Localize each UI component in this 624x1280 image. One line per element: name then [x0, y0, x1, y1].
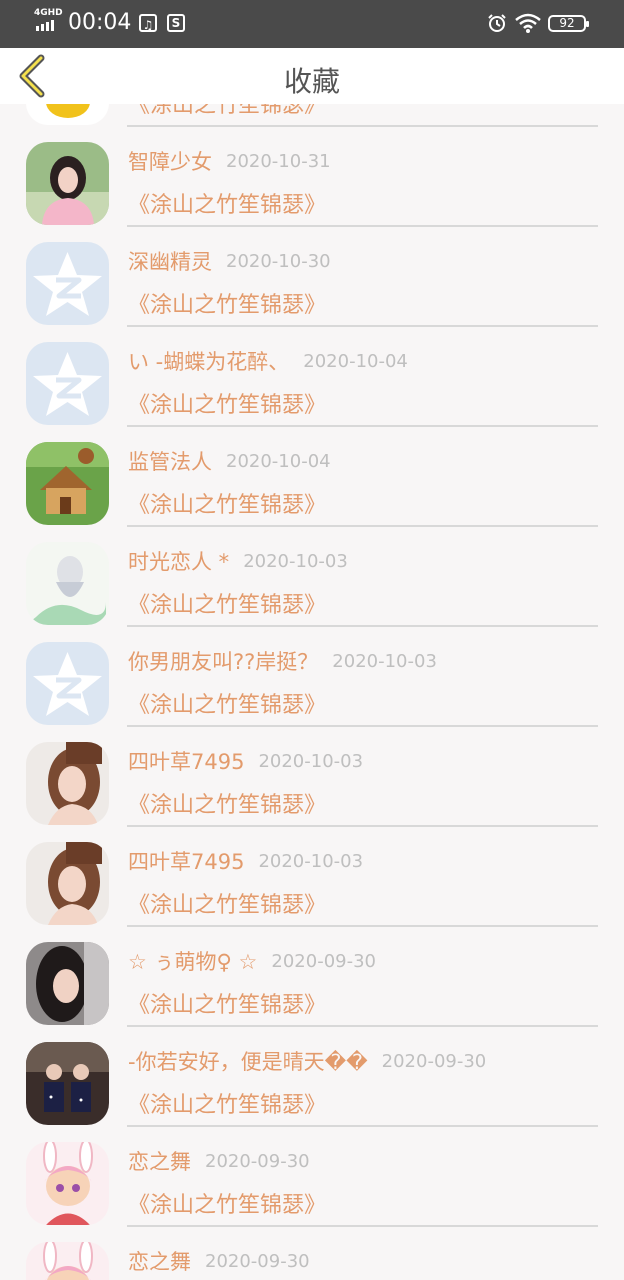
book-title-link[interactable]: 《涂山之竹笙锦瑟》	[128, 1087, 326, 1119]
divider	[127, 1125, 598, 1127]
user-name[interactable]: 四叶草7495	[128, 850, 244, 874]
book-title-link[interactable]: 《涂山之竹笙锦瑟》	[128, 1187, 326, 1219]
page-title: 收藏	[283, 65, 340, 98]
favorite-item[interactable]: 时光恋人 * 2020-10-03 《涂山之竹笙锦瑟》	[0, 542, 624, 642]
book-title-link[interactable]: 《涂山之竹笙锦瑟》	[128, 287, 326, 319]
user-avatar[interactable]	[26, 942, 109, 1025]
favorite-item[interactable]: 深幽精灵 2020-10-30 《涂山之竹笙锦瑟》	[0, 242, 624, 342]
book-title-link[interactable]: 《涂山之竹笙锦瑟》	[128, 187, 326, 219]
user-name[interactable]: 深幽精灵	[128, 250, 212, 274]
user-avatar[interactable]	[26, 642, 109, 725]
user-name[interactable]: 恋之舞	[128, 1250, 191, 1274]
user-avatar[interactable]	[26, 842, 109, 925]
user-name[interactable]: -你若安好，便是晴天��	[128, 1050, 368, 1074]
divider	[127, 925, 598, 927]
item-name-row: -你若安好，便是晴天�� 2020-09-30	[128, 1046, 486, 1080]
book-title-link[interactable]: 《涂山之竹笙锦瑟》	[128, 987, 326, 1019]
item-name-row: 深幽精灵 2020-10-30	[128, 246, 331, 280]
favorite-date: 2020-10-04	[303, 350, 408, 372]
status-bar: 4GHD 00:04 ♫ S 92	[0, 0, 624, 48]
book-title-link[interactable]: 《涂山之竹笙锦瑟》	[128, 387, 326, 419]
network-type: 4GHD	[34, 8, 63, 18]
item-name-row: ☆ ぅ萌物♀ ☆ 2020-09-30	[128, 946, 376, 980]
divider	[127, 825, 598, 827]
user-name[interactable]: 四叶草7495	[128, 750, 244, 774]
favorite-item[interactable]: 你男朋友叫??岸挺？ 2020-10-03 《涂山之竹笙锦瑟》	[0, 642, 624, 742]
user-avatar[interactable]	[26, 542, 109, 625]
book-title-link[interactable]: 《涂山之竹笙锦瑟》	[128, 787, 326, 819]
favorite-date: 2020-10-30	[226, 250, 331, 272]
favorite-date: 2020-10-03	[258, 750, 364, 772]
item-name-row: 你男朋友叫??岸挺？ 2020-10-03	[128, 646, 437, 680]
favorite-item[interactable]: 智障少女 2020-10-31 《涂山之竹笙锦瑟》	[0, 142, 624, 242]
favorite-date: 2020-10-03	[258, 850, 364, 872]
item-name-row: 时光恋人 * 2020-10-03	[128, 546, 348, 580]
favorite-item[interactable]: 恋之舞 2020-09-30 《涂山之竹笙锦瑟》	[0, 1142, 624, 1242]
user-avatar[interactable]	[26, 1142, 109, 1225]
user-avatar[interactable]	[26, 242, 109, 325]
book-title-link[interactable]: 《涂山之竹笙锦瑟》	[128, 587, 326, 619]
favorite-item[interactable]: 恋之舞 2020-09-30	[0, 1242, 624, 1280]
user-avatar[interactable]	[26, 1242, 109, 1280]
battery-indicator: 92	[548, 15, 589, 32]
divider	[127, 525, 598, 527]
favorite-date: 2020-10-03	[243, 550, 348, 572]
user-avatar[interactable]	[26, 142, 109, 225]
user-name[interactable]: い -蝴蝶为花醉、	[128, 350, 289, 374]
favorites-list[interactable]: 《涂山之竹笙锦瑟》 智障少女 2020-10-31 《涂山之竹笙锦瑟》 深幽精灵 2020…	[0, 104, 624, 1280]
favorite-date: 2020-09-30	[271, 950, 376, 972]
user-avatar[interactable]	[26, 742, 109, 825]
user-name[interactable]: 时光恋人 *	[128, 550, 229, 574]
divider	[127, 1225, 598, 1227]
user-avatar[interactable]	[26, 342, 109, 425]
item-name-row: 四叶草7495 2020-10-03	[128, 746, 363, 780]
user-avatar[interactable]	[26, 1042, 109, 1125]
item-name-row: 恋之舞 2020-09-30	[128, 1146, 310, 1180]
item-name-row: 恋之舞 2020-09-30	[128, 1246, 310, 1280]
divider	[127, 625, 598, 627]
book-title-link[interactable]: 《涂山之竹笙锦瑟》	[128, 487, 326, 519]
user-name[interactable]: ☆ ぅ萌物♀ ☆	[128, 950, 257, 974]
header-bar: 收藏	[0, 48, 624, 104]
favorite-date: 2020-10-31	[226, 150, 331, 172]
notification-app-icon: S	[167, 14, 185, 32]
favorite-item[interactable]: 监管法人 2020-10-04 《涂山之竹笙锦瑟》	[0, 442, 624, 542]
user-name[interactable]: 智障少女	[128, 150, 212, 174]
favorite-date: 2020-09-30	[205, 1250, 310, 1272]
divider	[127, 425, 598, 427]
favorite-item[interactable]: 四叶草7495 2020-10-03 《涂山之竹笙锦瑟》	[0, 742, 624, 842]
item-name-row: い -蝴蝶为花醉、 2020-10-04	[128, 346, 408, 380]
favorite-date: 2020-09-30	[205, 1150, 310, 1172]
user-name[interactable]: 恋之舞	[128, 1150, 191, 1174]
book-title-link[interactable]: 《涂山之竹笙锦瑟》	[128, 887, 326, 919]
favorite-item[interactable]: 四叶草7495 2020-10-03 《涂山之竹笙锦瑟》	[0, 842, 624, 942]
status-time: 00:04	[68, 10, 132, 35]
item-name-row: 监管法人 2020-10-04	[128, 446, 331, 480]
favorite-date: 2020-10-04	[226, 450, 331, 472]
item-name-row: 四叶草7495 2020-10-03	[128, 846, 363, 880]
signal-icon	[36, 20, 54, 31]
favorite-item[interactable]: ☆ ぅ萌物♀ ☆ 2020-09-30 《涂山之竹笙锦瑟》	[0, 942, 624, 1042]
divider	[127, 325, 598, 327]
divider	[127, 1025, 598, 1027]
favorite-date: 2020-09-30	[381, 1050, 487, 1072]
favorite-item[interactable]: -你若安好，便是晴天�� 2020-09-30 《涂山之竹笙锦瑟》	[0, 1042, 624, 1142]
alarm-icon	[488, 14, 506, 32]
favorite-item[interactable]: い -蝴蝶为花醉、 2020-10-04 《涂山之竹笙锦瑟》	[0, 342, 624, 442]
music-app-icon: ♫	[139, 14, 157, 32]
back-button[interactable]	[14, 54, 54, 98]
user-name[interactable]: 你男朋友叫??岸挺？	[128, 650, 318, 674]
item-name-row: 智障少女 2020-10-31	[128, 146, 331, 180]
favorite-date: 2020-10-03	[332, 650, 437, 672]
book-title-link[interactable]: 《涂山之竹笙锦瑟》	[128, 687, 326, 719]
user-name[interactable]: 监管法人	[128, 450, 212, 474]
wifi-icon	[515, 13, 541, 33]
divider	[127, 225, 598, 227]
divider	[127, 125, 598, 127]
divider	[127, 725, 598, 727]
user-avatar[interactable]	[26, 442, 109, 525]
